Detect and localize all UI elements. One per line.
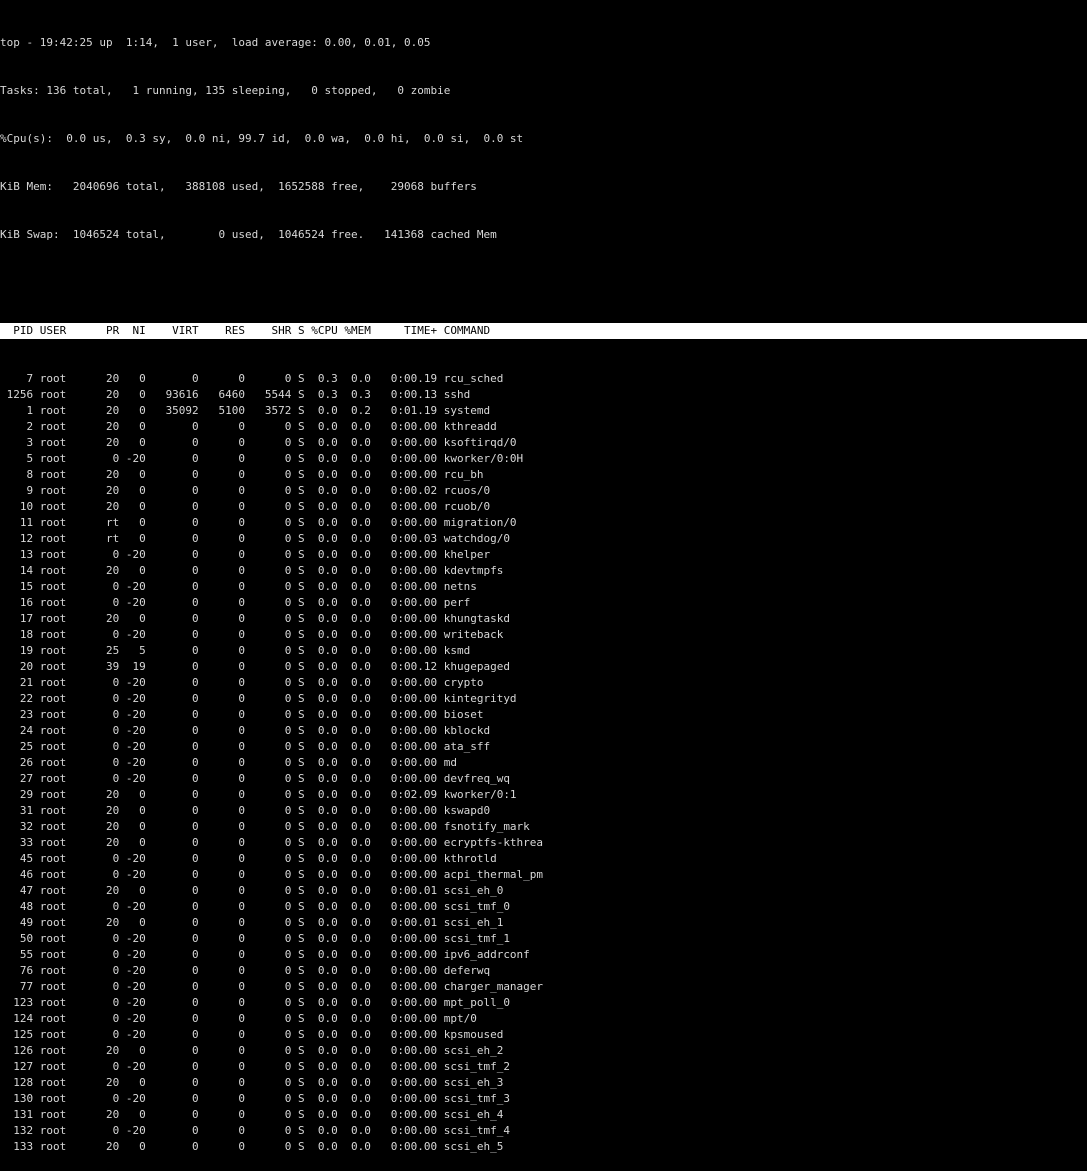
process-row: 2 root 20 0 0 0 0 S 0.0 0.0 0:00.00 kthr… (0, 420, 497, 433)
tasks-summary-line: Tasks: 136 total, 1 running, 135 sleepin… (0, 84, 451, 97)
swap-summary-line: KiB Swap: 1046524 total, 0 used, 1046524… (0, 228, 497, 241)
process-row: 32 root 20 0 0 0 0 S 0.0 0.0 0:00.00 fsn… (0, 820, 530, 833)
process-row: 124 root 0 -20 0 0 0 S 0.0 0.0 0:00.00 m… (0, 1012, 477, 1025)
process-row: 128 root 20 0 0 0 0 S 0.0 0.0 0:00.00 sc… (0, 1076, 504, 1089)
process-row: 123 root 0 -20 0 0 0 S 0.0 0.0 0:00.00 m… (0, 996, 510, 1009)
process-row: 127 root 0 -20 0 0 0 S 0.0 0.0 0:00.00 s… (0, 1060, 510, 1073)
process-row: 49 root 20 0 0 0 0 S 0.0 0.0 0:00.01 scs… (0, 916, 504, 929)
terminal-window[interactable]: top - 19:42:25 up 1:14, 1 user, load ave… (0, 3, 1087, 1171)
process-row: 77 root 0 -20 0 0 0 S 0.0 0.0 0:00.00 ch… (0, 980, 544, 993)
process-row: 131 root 20 0 0 0 0 S 0.0 0.0 0:00.00 sc… (0, 1108, 504, 1121)
process-row: 23 root 0 -20 0 0 0 S 0.0 0.0 0:00.00 bi… (0, 708, 484, 721)
process-row: 24 root 0 -20 0 0 0 S 0.0 0.0 0:00.00 kb… (0, 724, 491, 737)
process-row: 3 root 20 0 0 0 0 S 0.0 0.0 0:00.00 ksof… (0, 436, 517, 449)
process-row: 45 root 0 -20 0 0 0 S 0.0 0.0 0:00.00 kt… (0, 852, 497, 865)
process-row: 11 root rt 0 0 0 0 S 0.0 0.0 0:00.00 mig… (0, 516, 517, 529)
process-row: 125 root 0 -20 0 0 0 S 0.0 0.0 0:00.00 k… (0, 1028, 504, 1041)
process-row: 7 root 20 0 0 0 0 S 0.3 0.0 0:00.19 rcu_… (0, 372, 504, 385)
process-row: 13 root 0 -20 0 0 0 S 0.0 0.0 0:00.00 kh… (0, 548, 491, 561)
cpu-summary-line: %Cpu(s): 0.0 us, 0.3 sy, 0.0 ni, 99.7 id… (0, 132, 524, 145)
process-row: 133 root 20 0 0 0 0 S 0.0 0.0 0:00.00 sc… (0, 1140, 504, 1153)
process-row: 14 root 20 0 0 0 0 S 0.0 0.0 0:00.00 kde… (0, 564, 504, 577)
process-row: 31 root 20 0 0 0 0 S 0.0 0.0 0:00.00 ksw… (0, 804, 491, 817)
process-row: 16 root 0 -20 0 0 0 S 0.0 0.0 0:00.00 pe… (0, 596, 471, 609)
process-row: 130 root 0 -20 0 0 0 S 0.0 0.0 0:00.00 s… (0, 1092, 510, 1105)
process-row: 25 root 0 -20 0 0 0 S 0.0 0.0 0:00.00 at… (0, 740, 491, 753)
process-row: 18 root 0 -20 0 0 0 S 0.0 0.0 0:00.00 wr… (0, 628, 504, 641)
process-row: 46 root 0 -20 0 0 0 S 0.0 0.0 0:00.00 ac… (0, 868, 544, 881)
process-row: 9 root 20 0 0 0 0 S 0.0 0.0 0:00.02 rcuo… (0, 484, 491, 497)
uptime-load-line: top - 19:42:25 up 1:14, 1 user, load ave… (0, 36, 431, 49)
process-table-body: 7 root 20 0 0 0 0 S 0.3 0.0 0:00.19 rcu_… (0, 371, 1087, 1155)
process-row: 21 root 0 -20 0 0 0 S 0.0 0.0 0:00.00 cr… (0, 676, 484, 689)
process-row: 20 root 39 19 0 0 0 S 0.0 0.0 0:00.12 kh… (0, 660, 510, 673)
process-row: 48 root 0 -20 0 0 0 S 0.0 0.0 0:00.00 sc… (0, 900, 510, 913)
process-row: 22 root 0 -20 0 0 0 S 0.0 0.0 0:00.00 ki… (0, 692, 517, 705)
process-row: 132 root 0 -20 0 0 0 S 0.0 0.0 0:00.00 s… (0, 1124, 510, 1137)
process-row: 50 root 0 -20 0 0 0 S 0.0 0.0 0:00.00 sc… (0, 932, 510, 945)
process-row: 19 root 25 5 0 0 0 S 0.0 0.0 0:00.00 ksm… (0, 644, 471, 657)
process-row: 47 root 20 0 0 0 0 S 0.0 0.0 0:00.01 scs… (0, 884, 504, 897)
process-row: 26 root 0 -20 0 0 0 S 0.0 0.0 0:00.00 md (0, 756, 457, 769)
process-row: 126 root 20 0 0 0 0 S 0.0 0.0 0:00.00 sc… (0, 1044, 504, 1057)
process-row: 8 root 20 0 0 0 0 S 0.0 0.0 0:00.00 rcu_… (0, 468, 484, 481)
process-row: 15 root 0 -20 0 0 0 S 0.0 0.0 0:00.00 ne… (0, 580, 477, 593)
process-row: 27 root 0 -20 0 0 0 S 0.0 0.0 0:00.00 de… (0, 772, 510, 785)
memory-summary-line: KiB Mem: 2040696 total, 388108 used, 165… (0, 180, 477, 193)
process-row: 55 root 0 -20 0 0 0 S 0.0 0.0 0:00.00 ip… (0, 948, 530, 961)
process-row: 10 root 20 0 0 0 0 S 0.0 0.0 0:00.00 rcu… (0, 500, 491, 513)
process-row: 29 root 20 0 0 0 0 S 0.0 0.0 0:02.09 kwo… (0, 788, 517, 801)
blank-separator (0, 275, 1087, 291)
process-row: 5 root 0 -20 0 0 0 S 0.0 0.0 0:00.00 kwo… (0, 452, 524, 465)
process-row: 17 root 20 0 0 0 0 S 0.0 0.0 0:00.00 khu… (0, 612, 510, 625)
process-table-header: PID USER PR NI VIRT RES SHR S %CPU %MEM … (0, 323, 1087, 339)
process-row: 76 root 0 -20 0 0 0 S 0.0 0.0 0:00.00 de… (0, 964, 491, 977)
process-row: 1256 root 20 0 93616 6460 5544 S 0.3 0.3… (0, 388, 471, 401)
process-row: 33 root 20 0 0 0 0 S 0.0 0.0 0:00.00 ecr… (0, 836, 544, 849)
process-row: 1 root 20 0 35092 5100 3572 S 0.0 0.2 0:… (0, 404, 491, 417)
process-row: 12 root rt 0 0 0 0 S 0.0 0.0 0:00.03 wat… (0, 532, 510, 545)
